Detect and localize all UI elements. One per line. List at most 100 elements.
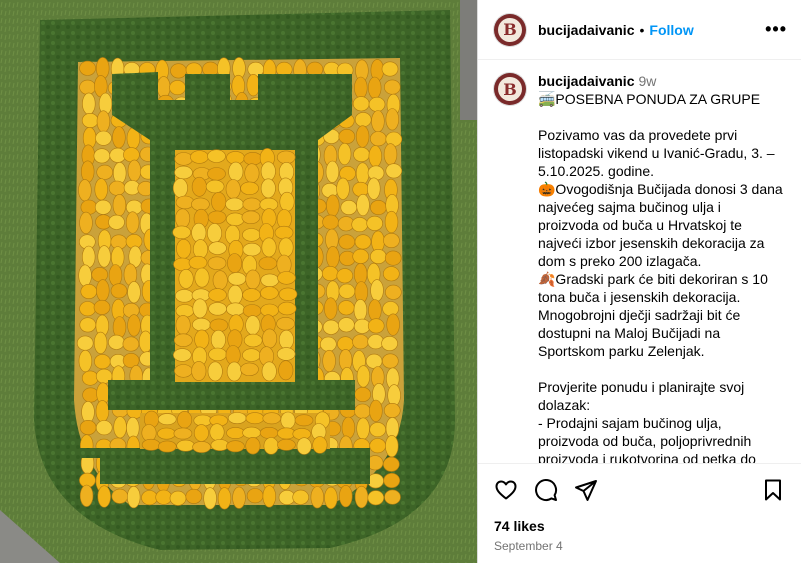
pumpkin (193, 424, 209, 442)
pumpkin (80, 160, 95, 183)
pumpkin (369, 422, 387, 438)
pumpkin (261, 361, 277, 382)
pumpkin (322, 349, 336, 373)
avatar-logo: B (498, 17, 522, 42)
pumpkin (367, 318, 385, 334)
pumpkin (79, 419, 97, 435)
pumpkin (260, 286, 279, 300)
pumpkin (354, 386, 372, 402)
heart-icon[interactable] (494, 478, 518, 502)
action-icons (494, 476, 785, 504)
pumpkin (383, 402, 401, 418)
pumpkin (226, 302, 245, 316)
pumpkin (365, 353, 383, 369)
pumpkin (278, 360, 294, 381)
pumpkin (246, 488, 264, 504)
pumpkin (355, 125, 370, 148)
pumpkin (356, 193, 370, 217)
pumpkin (262, 412, 282, 425)
share-icon[interactable] (574, 478, 598, 502)
caption-body: bucijadaivanic 9w 🚎POSEBNA PONUDA ZA GRUP… (538, 72, 785, 463)
likes-count[interactable]: 74 likes (494, 518, 785, 534)
pumpkin (354, 234, 372, 250)
pumpkin (260, 273, 280, 287)
avatar[interactable]: B (494, 13, 526, 46)
pumpkin (157, 427, 176, 440)
pumpkin (212, 270, 228, 291)
pumpkin (227, 412, 247, 424)
pumpkin (79, 484, 94, 507)
pumpkin (113, 416, 127, 439)
username-link[interactable]: bucijadaivanic (538, 22, 634, 38)
pumpkin (157, 413, 177, 426)
pumpkin (383, 233, 400, 249)
pumpkin (226, 427, 245, 439)
post-image[interactable] (0, 0, 477, 563)
pumpkin (112, 194, 127, 217)
pumpkin (294, 414, 314, 427)
pumpkin (354, 403, 371, 419)
pumpkin (175, 315, 191, 335)
pumpkin (338, 234, 356, 250)
pumpkin (367, 334, 385, 350)
bookmark-icon[interactable] (761, 478, 785, 502)
pumpkin-coat-of-arms-photo (0, 0, 477, 563)
pumpkin (242, 288, 261, 302)
separator-dot: • (639, 21, 645, 38)
pumpkin (226, 212, 245, 227)
pumpkin (278, 237, 294, 258)
pumpkin (367, 165, 385, 181)
pumpkin (78, 264, 92, 287)
pumpkin (205, 179, 225, 194)
pumpkin (277, 301, 297, 316)
pumpkin (354, 112, 372, 128)
caption-text: 🚎POSEBNA PONUDA ZA GRUPE Pozivamo vas da… (538, 91, 783, 463)
caption-username-link[interactable]: bucijadaivanic (538, 73, 634, 89)
post-side-panel: B bucijadaivanic • Follow ••• B bucijada… (477, 0, 801, 563)
pumpkin (177, 411, 193, 429)
pumpkin (276, 254, 292, 275)
pumpkin (352, 96, 370, 112)
pumpkin (111, 488, 129, 504)
pumpkin (208, 302, 227, 316)
pumpkin (245, 269, 261, 290)
pumpkin (192, 441, 211, 453)
post-date[interactable]: September 4 (494, 539, 785, 553)
pumpkin (82, 92, 96, 115)
comment-icon[interactable] (534, 478, 558, 502)
pumpkin (242, 348, 261, 362)
pumpkin (79, 79, 96, 95)
pumpkin (368, 299, 382, 322)
pumpkin (207, 256, 227, 270)
caption-timestamp[interactable]: 9w (638, 73, 656, 89)
pumpkin (79, 301, 96, 317)
follow-button[interactable]: Follow (649, 22, 693, 38)
pumpkin (262, 328, 278, 349)
pumpkin (312, 436, 328, 454)
pumpkin (125, 211, 140, 234)
pumpkin (338, 129, 356, 145)
pumpkin (158, 440, 177, 453)
pumpkin (368, 145, 382, 168)
pumpkin (95, 400, 110, 423)
pumpkin (246, 73, 261, 97)
pumpkin (351, 217, 369, 233)
pumpkin (367, 177, 381, 200)
pumpkin (112, 126, 126, 149)
pumpkin (261, 237, 277, 258)
more-options-icon[interactable]: ••• (765, 19, 787, 40)
pumpkin (78, 179, 92, 202)
pumpkin (209, 423, 225, 441)
caption-avatar[interactable]: B (494, 73, 526, 105)
pumpkin (81, 113, 99, 129)
pumpkin (126, 486, 141, 509)
pumpkin (227, 284, 243, 305)
pumpkin (244, 163, 260, 184)
pumpkin (141, 490, 158, 506)
pumpkin (174, 364, 193, 378)
pumpkin (108, 214, 125, 230)
pumpkin (324, 297, 338, 320)
pumpkin (352, 334, 369, 350)
pumpkin (240, 181, 259, 196)
pumpkin (292, 489, 310, 505)
